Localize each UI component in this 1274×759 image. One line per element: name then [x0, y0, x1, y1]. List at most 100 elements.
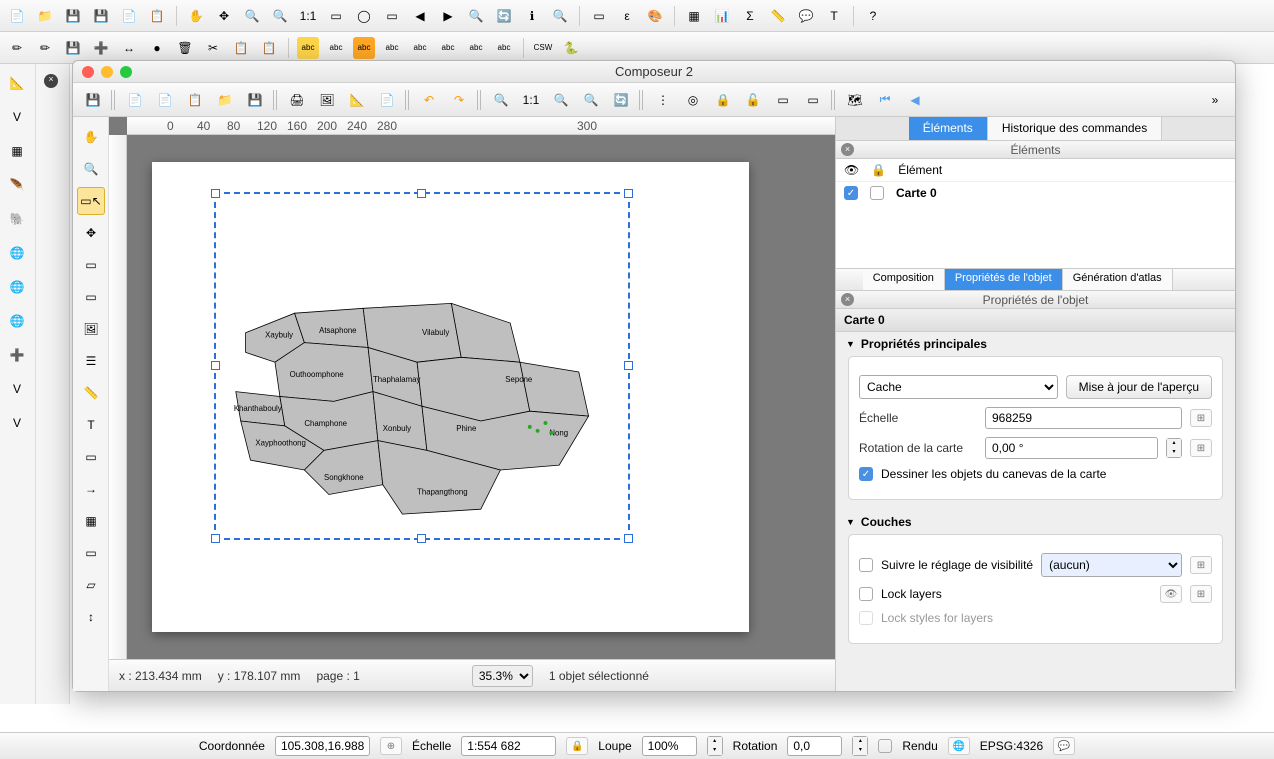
prev-icon[interactable]: ◀	[903, 88, 927, 112]
section-layers-header[interactable]: Couches	[836, 510, 1235, 534]
unlock-icon[interactable]: 🔓	[741, 88, 765, 112]
csw-icon[interactable]: CSW	[532, 37, 554, 59]
select-yellow-icon[interactable]: ▭	[588, 5, 610, 27]
delete-icon[interactable]: 🗑	[174, 37, 196, 59]
data-def-icon[interactable]: ⊞	[1190, 585, 1212, 603]
deselect-icon[interactable]: ▭	[381, 5, 403, 27]
expand-icon[interactable]: »	[1203, 88, 1227, 112]
cut-icon[interactable]: ✂	[202, 37, 224, 59]
zoom-layer-icon[interactable]: 🔍	[465, 5, 487, 27]
label-move-icon[interactable]: abc	[325, 37, 347, 59]
refresh-icon[interactable]: 🔄	[493, 5, 515, 27]
open-template-icon[interactable]: 📁	[213, 88, 237, 112]
pick-icon[interactable]: 🔍	[549, 5, 571, 27]
close-panel-icon[interactable]: ×	[841, 143, 854, 156]
label-rotate-icon[interactable]: abc	[437, 37, 459, 59]
visibility-checkbox[interactable]: ✓	[844, 186, 858, 200]
lasso-icon[interactable]: ◯	[353, 5, 375, 27]
pan-icon[interactable]: ✋	[185, 5, 207, 27]
label-show-icon[interactable]: abc	[381, 37, 403, 59]
redo-icon[interactable]: ↷	[447, 88, 471, 112]
text-icon[interactable]: T	[823, 5, 845, 27]
mag-spinner[interactable]: ▴▾	[707, 736, 723, 756]
lock-layers-checkbox[interactable]	[859, 587, 873, 601]
layer-icon[interactable]: 📋	[146, 5, 168, 27]
full-extent-icon[interactable]: ✥	[213, 5, 235, 27]
zoomout2-icon[interactable]: 🔍	[579, 88, 603, 112]
rot-spinner[interactable]: ▴▾	[852, 736, 868, 756]
add-feature-icon[interactable]: ➕	[90, 37, 112, 59]
move-content-icon[interactable]: ✥	[77, 219, 105, 247]
measure-icon[interactable]: 📏	[767, 5, 789, 27]
subtab-props[interactable]: Propriétés de l'objet	[945, 269, 1063, 290]
label-hide-icon[interactable]: abc	[409, 37, 431, 59]
data-def-icon[interactable]: ⊞	[1190, 409, 1212, 427]
save-project-icon[interactable]: 💾	[81, 88, 105, 112]
ungroup-icon[interactable]: ▭	[801, 88, 825, 112]
postgis-icon[interactable]: 🐘	[4, 206, 30, 232]
move-item-icon[interactable]: ↕	[77, 603, 105, 631]
element-row[interactable]: ✓ Carte 0	[836, 182, 1235, 204]
export-img-icon[interactable]: 🖼	[315, 88, 339, 112]
help-icon[interactable]: ?	[862, 5, 884, 27]
close-props-icon[interactable]: ×	[841, 293, 854, 306]
add-text-icon[interactable]: T	[77, 411, 105, 439]
paste-icon[interactable]: 📋	[258, 37, 280, 59]
zoom-next-icon[interactable]: ▶	[437, 5, 459, 27]
properties-scroll[interactable]: Propriétés principales Cache Mise à jour…	[836, 332, 1235, 691]
python-icon[interactable]: 🐍	[560, 37, 582, 59]
add-shape-icon[interactable]: ▭	[77, 443, 105, 471]
update-preview-button[interactable]: Mise à jour de l'aperçu	[1066, 375, 1212, 399]
eye-icon[interactable]: 👁	[1160, 585, 1182, 603]
add-icon[interactable]: ➕	[4, 342, 30, 368]
layer-icon[interactable]: V	[4, 410, 30, 436]
label-pin-icon[interactable]: abc	[353, 37, 375, 59]
sigma-icon[interactable]: Σ	[739, 5, 761, 27]
label-font-icon[interactable]: abc	[465, 37, 487, 59]
undo-icon[interactable]: ↶	[417, 88, 441, 112]
rot-input[interactable]	[787, 736, 842, 756]
new-icon[interactable]: 📄	[6, 5, 28, 27]
virtual-icon[interactable]: V	[4, 376, 30, 402]
visibility-preset-select[interactable]: (aucun)	[1041, 553, 1182, 577]
save-template-icon[interactable]: 💾	[243, 88, 267, 112]
ruler-icon[interactable]: 📐	[4, 70, 30, 96]
dup-composer-icon[interactable]: 📄	[153, 88, 177, 112]
wcs-icon[interactable]: 🌐	[4, 308, 30, 334]
coord-input[interactable]	[275, 736, 370, 756]
messages-icon[interactable]: 💬	[1053, 737, 1075, 755]
section-main-header[interactable]: Propriétés principales	[836, 332, 1235, 356]
group-icon[interactable]: ▭	[771, 88, 795, 112]
new-print-icon[interactable]: 📄	[118, 5, 140, 27]
pan-tool-icon[interactable]: ✋	[77, 123, 105, 151]
tab-history[interactable]: Historique des commandes	[988, 117, 1162, 140]
add-arrow-icon[interactable]: →	[77, 475, 105, 503]
subtab-atlas[interactable]: Génération d'atlas	[1063, 269, 1173, 290]
save-edit-icon[interactable]: 💾	[62, 37, 84, 59]
zoom-tool-icon[interactable]: 🔍	[77, 155, 105, 183]
one-to-one-icon[interactable]: 1:1	[297, 5, 319, 27]
node-icon[interactable]: ●	[146, 37, 168, 59]
new-composer-icon[interactable]: 📄	[123, 88, 147, 112]
tab-elements[interactable]: Éléments	[909, 117, 988, 140]
feather-icon[interactable]: 🪶	[4, 172, 30, 198]
wfs-icon[interactable]: 🌐	[4, 274, 30, 300]
info-icon[interactable]: ℹ	[521, 5, 543, 27]
map-item[interactable]: Xaybuly Atsaphone Vilabuly Outhoomphone …	[214, 192, 630, 540]
save-icon[interactable]: 💾	[62, 5, 84, 27]
print-icon[interactable]: 🖨	[285, 88, 309, 112]
draw-items-checkbox[interactable]: ✓	[859, 467, 873, 481]
manage-composer-icon[interactable]: 📋	[183, 88, 207, 112]
wms-icon[interactable]: 🌐	[4, 240, 30, 266]
first-icon[interactable]: ⏮	[873, 88, 897, 112]
data-def-icon[interactable]: ⊞	[1190, 556, 1212, 574]
move-feature-icon[interactable]: ↔	[118, 37, 140, 59]
label-prop-icon[interactable]: abc	[493, 37, 515, 59]
page[interactable]: Xaybuly Atsaphone Vilabuly Outhoomphone …	[152, 162, 749, 632]
cache-select[interactable]: Cache	[859, 375, 1058, 399]
zoom-ext-icon[interactable]: 🔍	[489, 88, 513, 112]
zoom-prev-icon[interactable]: ◀	[409, 5, 431, 27]
export-svg-icon[interactable]: 📐	[345, 88, 369, 112]
save-as-icon[interactable]: 💾	[90, 5, 112, 27]
add-scalebar-icon[interactable]: 📏	[77, 379, 105, 407]
